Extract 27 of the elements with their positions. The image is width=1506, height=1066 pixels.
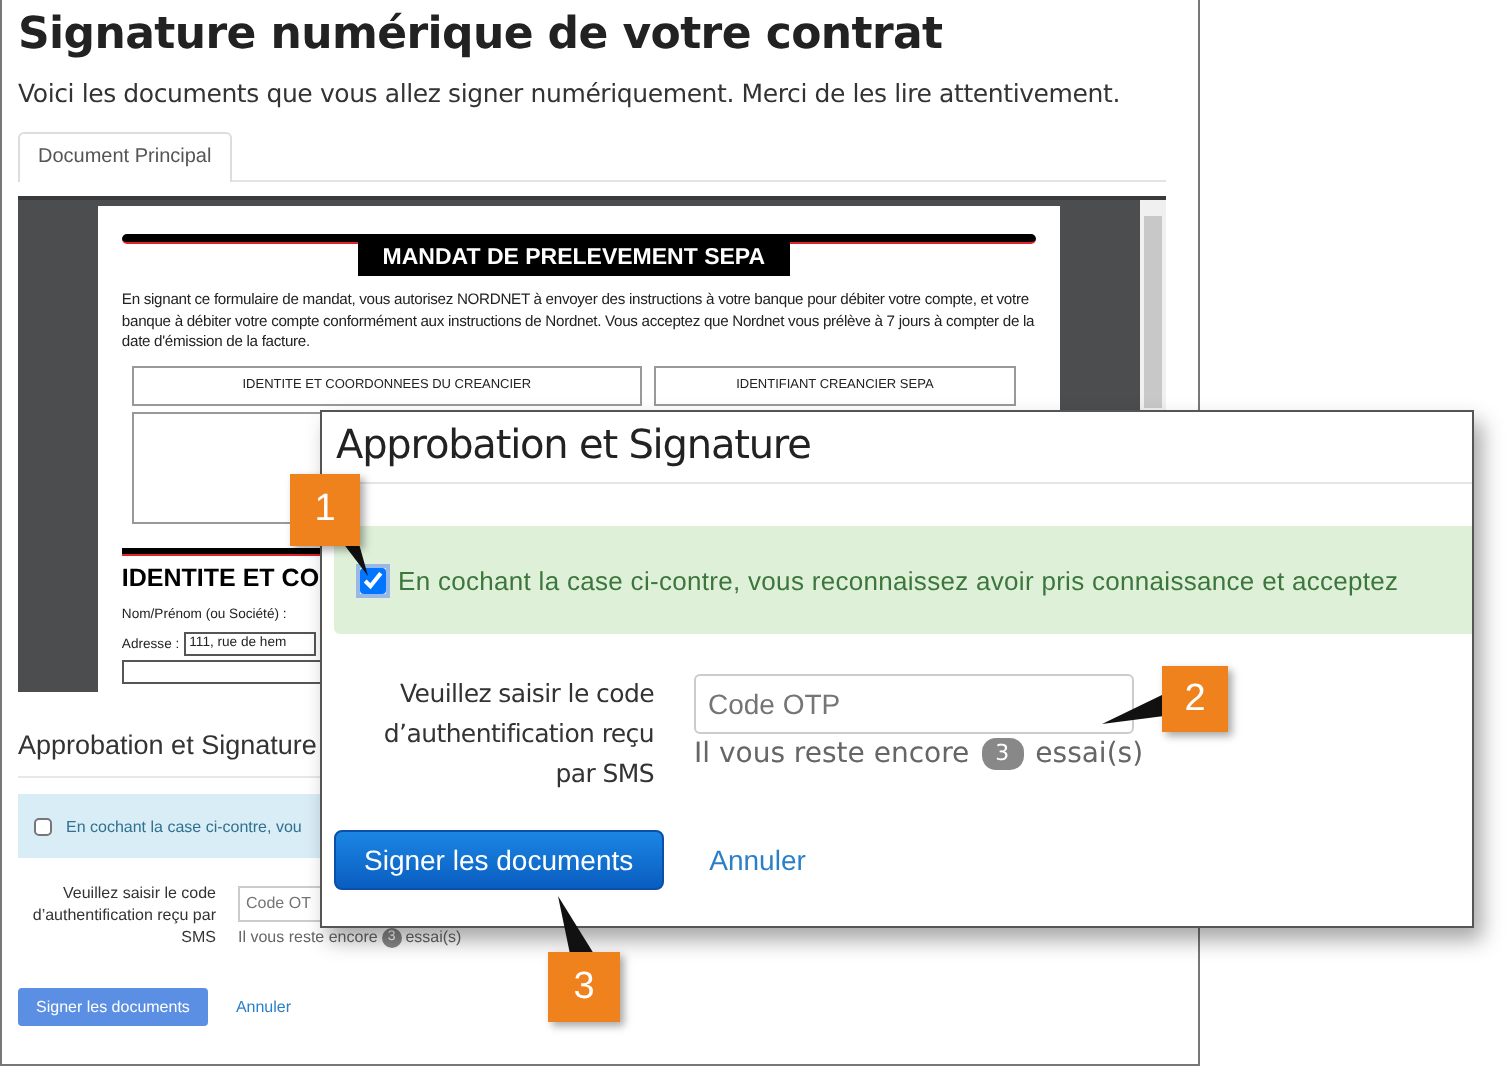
page-title: Signature numérique de votre contrat [18, 8, 945, 64]
document-section-heading: IDENTITE ET CO [121, 561, 320, 595]
page-intro: Voici les documents que vous allez signer numériquement. Merci de les lire attentivement. [18, 76, 1122, 112]
attempts-badge: 3 [981, 738, 1024, 770]
code-label: Veuillez saisir le code d’authentification reçu par SMS [30, 882, 216, 948]
otp-field[interactable]: Code OT [238, 885, 322, 921]
tab[interactable]: Document Principal [18, 132, 232, 182]
otp-field[interactable]: Code OTP [694, 674, 1134, 734]
attempts-text: essai(s) [1035, 738, 1144, 770]
callout-badge: 1 [290, 474, 360, 546]
attempts-text: Il vous reste encore [694, 738, 970, 770]
consent-checkbox[interactable] [34, 817, 52, 835]
consent-text: En cochant la case ci-contre, vou [66, 817, 302, 835]
cancel-link[interactable]: Annuler [235, 998, 292, 1016]
callout-pointer [1102, 694, 1164, 724]
sign-button[interactable]: Signer les documents [18, 988, 208, 1026]
consent-text: En cochant la case ci-contre, vous reconnaissez avoir pris connaissance et acceptez [398, 565, 1399, 595]
document-heading: MANDAT DE PRELEVEMENT SEPA [357, 242, 790, 276]
scrollbar-thumb[interactable] [1144, 216, 1162, 408]
cancel-link[interactable]: Annuler [709, 844, 806, 876]
attempts-text: essai(s) [405, 928, 462, 946]
sign-button[interactable]: Signer les documents [334, 830, 664, 890]
callout-badge: 2 [1162, 666, 1228, 732]
attempts-text: Il vous reste encore [238, 928, 378, 946]
consent-checkbox[interactable] [360, 567, 386, 593]
callout-pointer [558, 896, 594, 954]
callout-badge: 3 [548, 952, 620, 1022]
